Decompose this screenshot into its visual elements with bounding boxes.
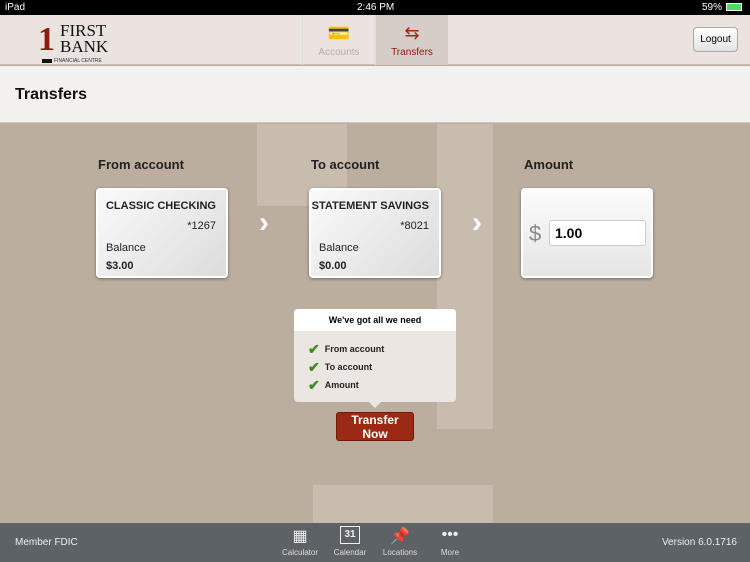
balance-value: $0.00 <box>319 260 347 272</box>
logout-button[interactable]: Logout <box>693 27 738 52</box>
page-title: Transfers <box>15 86 88 103</box>
clock: 2:46 PM <box>357 2 395 13</box>
account-name: STATEMENT SAVINGS <box>311 200 429 212</box>
header: 1 FIRST BANK FINANCIAL CENTRE 💳 Accounts… <box>0 15 750 65</box>
more-button[interactable]: ••• More <box>425 526 475 557</box>
amount-card: $ <box>521 188 653 278</box>
from-account-card[interactable]: CLASSIC CHECKING *1267 Balance $3.00 <box>96 188 228 278</box>
footer-label: Locations <box>382 548 418 557</box>
version-label: Version 6.0.1716 <box>661 537 737 548</box>
check-icon: ✔ <box>308 377 320 393</box>
tab-accounts[interactable]: 💳 Accounts <box>302 15 375 65</box>
battery-icon <box>726 3 742 11</box>
checklist-item: ✔ From account <box>308 341 384 358</box>
to-label: To account <box>311 157 380 172</box>
more-icon: ••• <box>441 526 459 543</box>
title-bar: Transfers <box>0 66 750 123</box>
checklist-item: ✔ Amount <box>308 377 359 394</box>
transfer-arrows-icon: ⇆ <box>404 23 420 43</box>
account-name: CLASSIC CHECKING <box>105 200 216 212</box>
member-fdic: Member FDIC <box>15 537 78 548</box>
amount-label: Amount <box>524 157 574 172</box>
footer-label: Calculator <box>281 548 318 557</box>
tab-transfers[interactable]: ⇆ Transfers <box>375 15 448 65</box>
amount-input[interactable] <box>549 220 646 246</box>
logo-sub: FINANCIAL CENTRE <box>54 58 102 64</box>
chevron-right-icon: › <box>472 206 482 239</box>
tab-label: Accounts <box>318 47 360 58</box>
transfer-now-button[interactable]: Transfer Now <box>336 412 414 441</box>
bg-panel <box>313 485 493 523</box>
logo-bar <box>42 59 52 63</box>
checklist-title: We've got all we need <box>294 309 456 331</box>
status-bar: iPad 2:46 PM 59% <box>0 0 750 15</box>
account-number: *1267 <box>187 220 216 232</box>
checklist-label: From account <box>324 343 385 354</box>
checklist-label: Amount <box>324 379 359 390</box>
device-label: iPad <box>5 2 26 13</box>
tab-label: Transfers <box>391 47 433 58</box>
balance-label: Balance <box>319 242 359 254</box>
footer-label: Calendar <box>333 548 367 557</box>
footer-label: More <box>440 548 460 557</box>
calendar-button[interactable]: 31 Calendar <box>325 526 375 557</box>
account-number: *8021 <box>400 220 429 232</box>
checklist-popover: We've got all we need ✔ From account ✔ To … <box>294 309 456 408</box>
credit-card-icon: 💳 <box>327 23 351 43</box>
check-icon: ✔ <box>308 341 320 357</box>
check-icon: ✔ <box>308 359 320 375</box>
logo: 1 FIRST BANK FINANCIAL CENTRE <box>38 21 118 64</box>
currency-symbol: $ <box>529 221 542 246</box>
pin-icon: 📌 <box>390 528 410 545</box>
calculator-icon: ▦ <box>292 528 308 545</box>
locations-button[interactable]: 📌 Locations <box>375 526 425 557</box>
checklist-label: To account <box>324 361 373 372</box>
from-label: From account <box>98 157 184 172</box>
calculator-button[interactable]: ▦ Calculator <box>275 526 325 557</box>
logo-mark: 1 <box>38 21 55 58</box>
balance-value: $3.00 <box>106 260 134 272</box>
battery-percent: 59% <box>701 2 722 13</box>
logo-line2: BANK <box>60 37 109 56</box>
calendar-icon: 31 <box>340 526 360 544</box>
footer: Member FDIC ▦ Calculator 31 Calendar 📌 Loca… <box>0 523 750 562</box>
checklist-item: ✔ To account <box>308 359 372 376</box>
chevron-right-icon: › <box>259 206 269 239</box>
to-account-card[interactable]: STATEMENT SAVINGS *8021 Balance $0.00 <box>309 188 441 278</box>
balance-label: Balance <box>106 242 146 254</box>
